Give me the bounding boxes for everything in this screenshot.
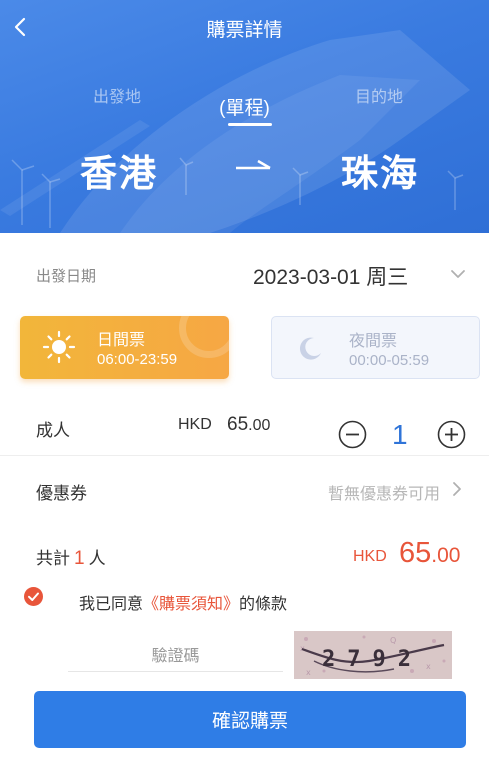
total-suffix: 人 — [88, 549, 106, 568]
page-title: 購票詳情 — [206, 20, 283, 41]
total-currency: HKD — [353, 548, 387, 565]
total-prefix: 共計 — [36, 549, 70, 568]
ticket-option-night[interactable]: 夜間票 00:00-05:59 — [271, 316, 480, 379]
departure-date-value[interactable]: 2023-03-01 周三 — [253, 261, 408, 291]
svg-text:x: x — [426, 662, 431, 671]
coupon-row[interactable]: 優惠券 暫無優惠券可用 — [0, 468, 489, 508]
adult-price-decimal: .00 — [248, 417, 271, 434]
ticket-decoration — [179, 316, 229, 358]
ticket-name: 夜間票 — [349, 333, 398, 350]
trip-type: (單程) — [219, 98, 270, 119]
departure-date-row[interactable]: 出發日期 2023-03-01 周三 — [0, 252, 489, 296]
captcha-input[interactable] — [68, 642, 283, 672]
origin-city[interactable]: 香港 — [80, 143, 158, 197]
svg-text:x: x — [306, 668, 311, 677]
ticket-time: 00:00-05:59 — [349, 352, 430, 369]
arrow-right-icon — [236, 159, 271, 170]
captcha-text: 2792 — [322, 647, 423, 672]
sun-icon — [42, 330, 76, 364]
agreement-text: 我已同意《購票須知》的條款 — [79, 590, 287, 614]
ticket-option-day[interactable]: 日間票 06:00-23:59 — [20, 316, 229, 379]
coupon-value: 暫無優惠券可用 — [327, 486, 440, 503]
quantity-value: 1 — [392, 419, 408, 450]
adult-price-integer: 65 — [227, 414, 249, 435]
destination-city[interactable]: 珠海 — [341, 143, 419, 197]
checkmark-icon[interactable] — [24, 587, 43, 606]
coupon-label: 優惠券 — [36, 484, 87, 503]
chevron-down-icon[interactable] — [449, 268, 467, 280]
agreement-text-after: 的條款 — [239, 596, 288, 613]
departure-date-label: 出發日期 — [36, 268, 97, 285]
agreement-text-before: 我已同意 — [79, 596, 144, 613]
adult-passenger-row: 成人 HKD 65.00 1 — [0, 402, 489, 456]
svg-text:Q: Q — [390, 636, 396, 645]
total-passengers: 共計 1 人 — [36, 544, 106, 570]
moon-icon — [299, 337, 321, 360]
route-header: 購票詳情 出發地 目的地 (單程) 香港 珠海 — [0, 0, 489, 233]
adult-price-currency: HKD — [178, 416, 212, 433]
chevron-right-icon — [453, 482, 461, 496]
total-amount-integer: 65 — [399, 537, 432, 569]
captcha-image[interactable]: xxQx 2792 — [294, 631, 452, 679]
total-amount: 65.00 — [399, 537, 460, 570]
ticket-terms-link[interactable]: 《購票須知》 — [143, 596, 239, 613]
total-count: 1 — [74, 548, 85, 569]
increase-quantity-button[interactable] — [437, 420, 466, 449]
decrease-quantity-button[interactable] — [338, 420, 367, 449]
trip-type-underline — [228, 123, 272, 126]
agreement-row: 我已同意《購票須知》的條款 — [0, 585, 489, 615]
total-row: 共計 1 人 HKD 65.00 — [0, 534, 489, 574]
confirm-purchase-button[interactable]: 確認購票 — [34, 691, 466, 748]
adult-label: 成人 — [36, 421, 70, 440]
ticket-time: 06:00-23:59 — [97, 351, 178, 368]
ticket-name: 日間票 — [97, 332, 146, 349]
total-amount-decimal: .00 — [431, 544, 461, 567]
adult-price: 65.00 — [227, 414, 270, 436]
